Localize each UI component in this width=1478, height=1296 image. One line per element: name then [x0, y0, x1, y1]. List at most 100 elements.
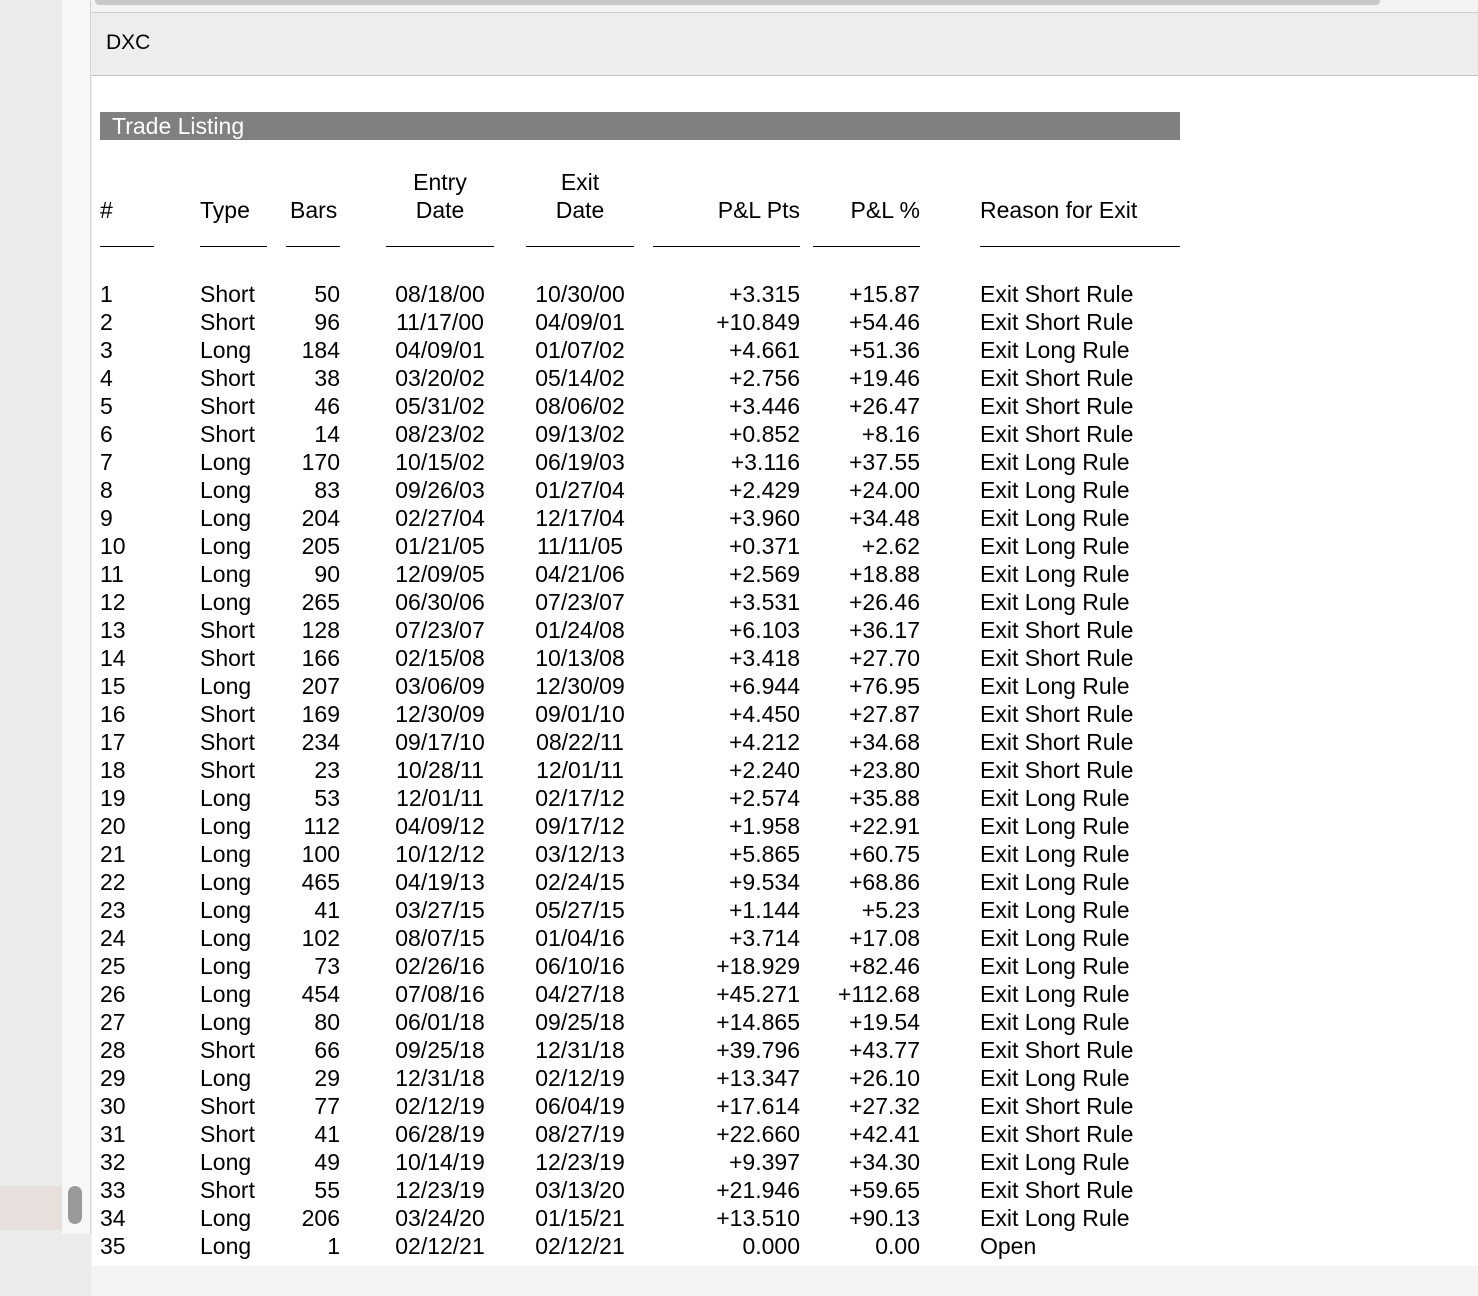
trade-num: 7	[100, 449, 113, 475]
top-scrollbar[interactable]	[95, 0, 1380, 5]
trade-num: 31	[100, 1121, 126, 1147]
trade-pl-pct: +36.17	[849, 617, 920, 643]
trade-pl-pct: +35.88	[849, 785, 920, 811]
document-header: DXC	[91, 12, 1478, 76]
trade-entry: 03/20/02	[395, 365, 485, 391]
trade-reason: Exit Short Rule	[980, 393, 1134, 419]
trade-reason: Exit Long Rule	[980, 1205, 1130, 1231]
trade-reason: Exit Long Rule	[980, 1065, 1130, 1091]
trade-bars: 265	[301, 589, 340, 615]
trade-bars: 169	[301, 701, 340, 727]
trade-bars: 66	[314, 1037, 340, 1063]
trade-pl-pct: +15.87	[849, 281, 920, 307]
trade-reason: Exit Short Rule	[980, 281, 1134, 307]
trade-reason: Exit Long Rule	[980, 841, 1130, 867]
trade-reason: Exit Long Rule	[980, 869, 1130, 895]
col-underline-pl-pts	[653, 246, 800, 247]
trade-bars: 100	[301, 841, 340, 867]
scrollbar-thumb[interactable]	[68, 1186, 82, 1224]
trade-entry: 09/26/03	[395, 477, 485, 503]
trade-entry: 10/15/02	[395, 449, 485, 475]
trade-num: 12	[100, 589, 126, 615]
symbol-title: DXC	[106, 31, 151, 54]
trade-pl-pct: +18.88	[849, 561, 920, 587]
trade-pl-pct: +34.68	[849, 729, 920, 755]
col-underline-type	[200, 246, 267, 247]
trade-reason: Exit Long Rule	[980, 673, 1130, 699]
trade-pl-pct: +22.91	[849, 813, 920, 839]
trade-entry: 06/30/06	[395, 589, 485, 615]
trade-bars: 454	[301, 981, 340, 1007]
trade-pl-pct: +17.08	[849, 925, 920, 951]
trade-reason: Exit Long Rule	[980, 561, 1130, 587]
trade-reason: Exit Long Rule	[980, 785, 1130, 811]
trade-entry: 10/28/11	[396, 757, 484, 783]
col-underline-num	[100, 246, 154, 247]
trade-bars: 206	[301, 1205, 340, 1231]
trade-pl-pct: +5.23	[861, 897, 920, 923]
trade-num: 30	[100, 1093, 126, 1119]
trade-reason: Exit Long Rule	[980, 953, 1130, 979]
trade-reason: Exit Short Rule	[980, 617, 1134, 643]
trade-bars: 184	[301, 337, 340, 363]
trade-entry: 08/23/02	[395, 421, 485, 447]
trade-entry: 06/28/19	[395, 1121, 485, 1147]
trade-bars: 55	[314, 1177, 340, 1203]
trade-bars: 53	[314, 785, 340, 811]
trade-pl-pct: +8.16	[861, 421, 920, 447]
trade-pl-pct: +23.80	[849, 757, 920, 783]
trade-pl-pct: +51.36	[849, 337, 920, 363]
trade-bars: 14	[314, 421, 340, 447]
trade-pl-pct: +19.46	[849, 365, 920, 391]
trade-bars: 38	[314, 365, 340, 391]
col-header-entry-line2: Date	[415, 197, 465, 223]
trade-num: 33	[100, 1177, 126, 1203]
trade-pl-pct: +112.68	[837, 981, 920, 1007]
trade-entry: 02/15/08	[395, 645, 485, 671]
trade-reason: Exit Long Rule	[980, 1149, 1130, 1175]
trade-bars: 83	[314, 477, 340, 503]
trade-entry: 12/23/19	[395, 1177, 485, 1203]
trade-reason: Exit Short Rule	[980, 421, 1134, 447]
trade-reason: Exit Short Rule	[980, 645, 1134, 671]
trade-reason: Exit Long Rule	[980, 337, 1130, 363]
trade-num: 3	[100, 337, 113, 363]
trade-num: 6	[100, 421, 113, 447]
trade-reason: Exit Long Rule	[980, 1009, 1130, 1035]
trade-bars: 49	[314, 1149, 340, 1175]
trade-entry: 09/17/10	[395, 729, 485, 755]
trade-reason: Exit Long Rule	[980, 897, 1130, 923]
trade-reason: Exit Long Rule	[980, 505, 1130, 531]
trade-entry: 01/21/05	[395, 533, 485, 559]
trade-bars: 23	[314, 757, 340, 783]
trade-bars: 112	[303, 813, 340, 839]
trade-bars: 205	[301, 533, 340, 559]
trade-bars: 102	[301, 925, 340, 951]
trade-reason: Exit Long Rule	[980, 981, 1130, 1007]
trade-entry: 10/12/12	[395, 841, 485, 867]
col-underline-reason	[980, 246, 1180, 247]
trade-entry: 12/01/11	[396, 785, 484, 811]
trade-bars: 465	[301, 869, 340, 895]
trade-num: 26	[100, 981, 126, 1007]
trade-bars: 80	[314, 1009, 340, 1035]
col-header-bars: Bars	[290, 197, 338, 223]
trade-bars: 170	[301, 449, 340, 475]
col-header-entry-line1: Entry	[413, 169, 467, 195]
trade-num: 23	[100, 897, 126, 923]
trade-pl-pct: +43.77	[849, 1037, 920, 1063]
trade-pl-pct: +42.41	[849, 1121, 920, 1147]
trade-entry: 07/23/07	[395, 617, 485, 643]
trade-num: 8	[100, 477, 113, 503]
trade-entry: 02/12/21	[395, 1233, 485, 1259]
trade-num: 28	[100, 1037, 126, 1063]
trade-num: 34	[100, 1205, 126, 1231]
trade-num: 16	[100, 701, 126, 727]
col-header-exit-line1: Exit	[560, 169, 600, 195]
trade-reason: Exit Short Rule	[980, 1037, 1134, 1063]
trade-entry: 03/06/09	[395, 673, 485, 699]
trade-entry: 04/09/01	[395, 337, 485, 363]
trade-bars: 77	[314, 1093, 340, 1119]
trade-bars: 1	[327, 1233, 340, 1259]
trade-entry: 05/31/02	[395, 393, 485, 419]
